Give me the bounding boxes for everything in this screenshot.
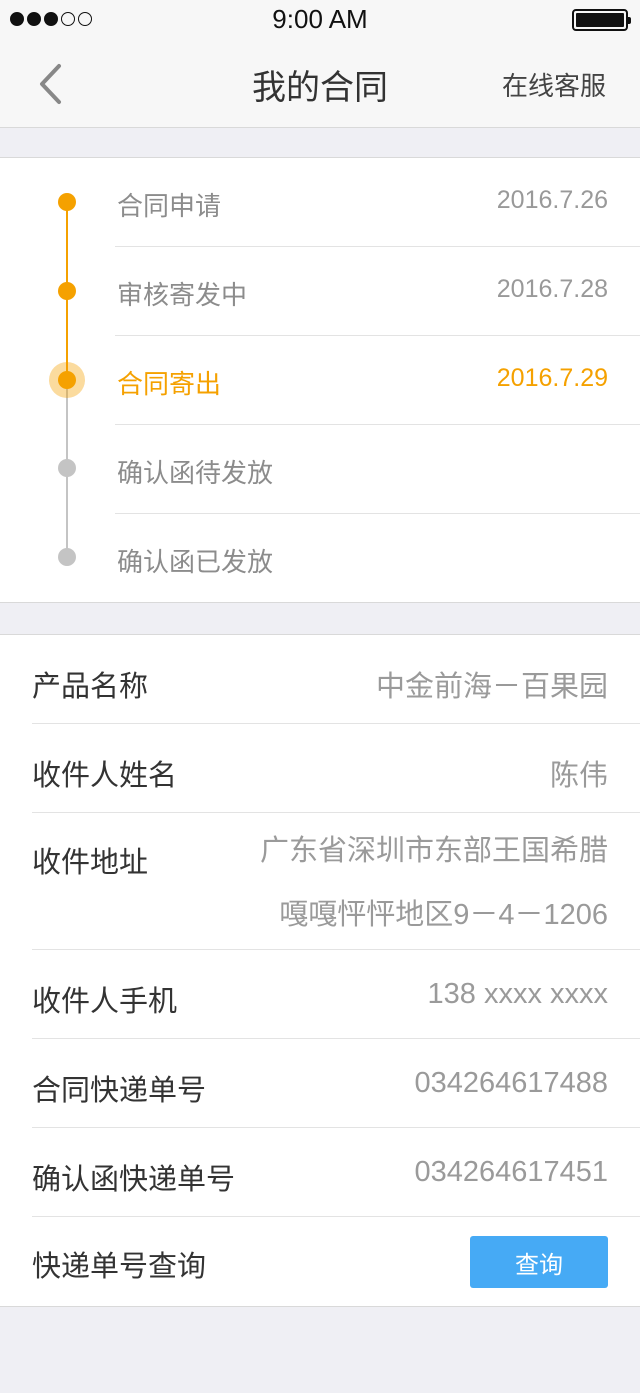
timeline-step: 确认函已发放	[115, 514, 640, 603]
status-time: 9:00 AM	[272, 4, 368, 34]
address-value: 广东省深圳市东部王国希腊 嘎嘎怦怦地区9－4－1206	[260, 819, 608, 947]
step-date: 2016.7.28	[496, 275, 608, 303]
step-label: 确认函待发放	[117, 459, 274, 489]
tracking-query-label: 快递单号查询	[32, 1249, 207, 1283]
online-service-link[interactable]: 在线客服	[502, 66, 606, 103]
recipient-name-value: 陈伟	[549, 760, 608, 792]
contract-tracking-value: 034264617488	[414, 1067, 608, 1099]
timeline-dot	[58, 282, 76, 300]
address-line-2: 嘎嘎怦怦地区9－4－1206	[279, 899, 608, 931]
address-row: 收件地址 广东省深圳市东部王国希腊 嘎嘎怦怦地区9－4－1206	[32, 813, 640, 950]
contract-tracking-label: 合同快递单号	[32, 1073, 207, 1107]
step-label: 审核寄发中	[117, 281, 248, 311]
confirm-tracking-value: 034264617451	[414, 1156, 608, 1188]
timeline-dot	[58, 548, 76, 566]
nav-bar: 我的合同 在线客服	[0, 40, 640, 128]
product-name-label: 产品名称	[32, 669, 149, 703]
timeline-step: 合同申请 2016.7.26	[115, 158, 640, 247]
query-button[interactable]: 查询	[470, 1236, 608, 1288]
product-name-row: 产品名称 中金前海－百果园	[32, 635, 640, 724]
step-label: 合同寄出	[117, 370, 222, 400]
recipient-phone-value: 138 xxxx xxxx	[427, 978, 609, 1010]
product-name-value: 中金前海－百果园	[375, 671, 608, 703]
timeline-dot	[58, 193, 76, 211]
recipient-name-label: 收件人姓名	[32, 758, 178, 792]
confirm-tracking-row: 确认函快递单号 034264617451	[32, 1128, 640, 1217]
recipient-phone-label: 收件人手机	[32, 984, 178, 1018]
recipient-name-row: 收件人姓名 陈伟	[32, 724, 640, 813]
recipient-phone-row: 收件人手机 138 xxxx xxxx	[32, 950, 640, 1039]
tracking-query-row: 快递单号查询 查询	[32, 1217, 640, 1306]
step-label: 确认函已发放	[117, 548, 274, 578]
timeline-step-current: 合同寄出 2016.7.29	[115, 336, 640, 425]
step-date: 2016.7.26	[496, 186, 608, 214]
address-line-1: 广东省深圳市东部王国希腊	[259, 835, 608, 867]
status-bar: 9:00 AM	[0, 0, 640, 40]
contract-tracking-row: 合同快递单号 034264617488	[32, 1039, 640, 1128]
address-label: 收件地址	[32, 845, 149, 879]
timeline-step: 审核寄发中 2016.7.28	[115, 247, 640, 336]
contract-info-list: 产品名称 中金前海－百果园 收件人姓名 陈伟 收件地址 广东省深圳市东部王国希腊…	[0, 634, 640, 1307]
timeline-dot-current	[58, 371, 76, 389]
timeline-dot	[58, 459, 76, 477]
contract-progress-timeline: 合同申请 2016.7.26 审核寄发中 2016.7.28 合同寄出 2016…	[0, 157, 640, 603]
timeline-step: 确认函待发放	[115, 425, 640, 514]
confirm-tracking-label: 确认函快递单号	[32, 1162, 236, 1196]
battery-icon	[572, 9, 631, 31]
step-date: 2016.7.29	[496, 364, 608, 392]
step-label: 合同申请	[117, 192, 222, 222]
